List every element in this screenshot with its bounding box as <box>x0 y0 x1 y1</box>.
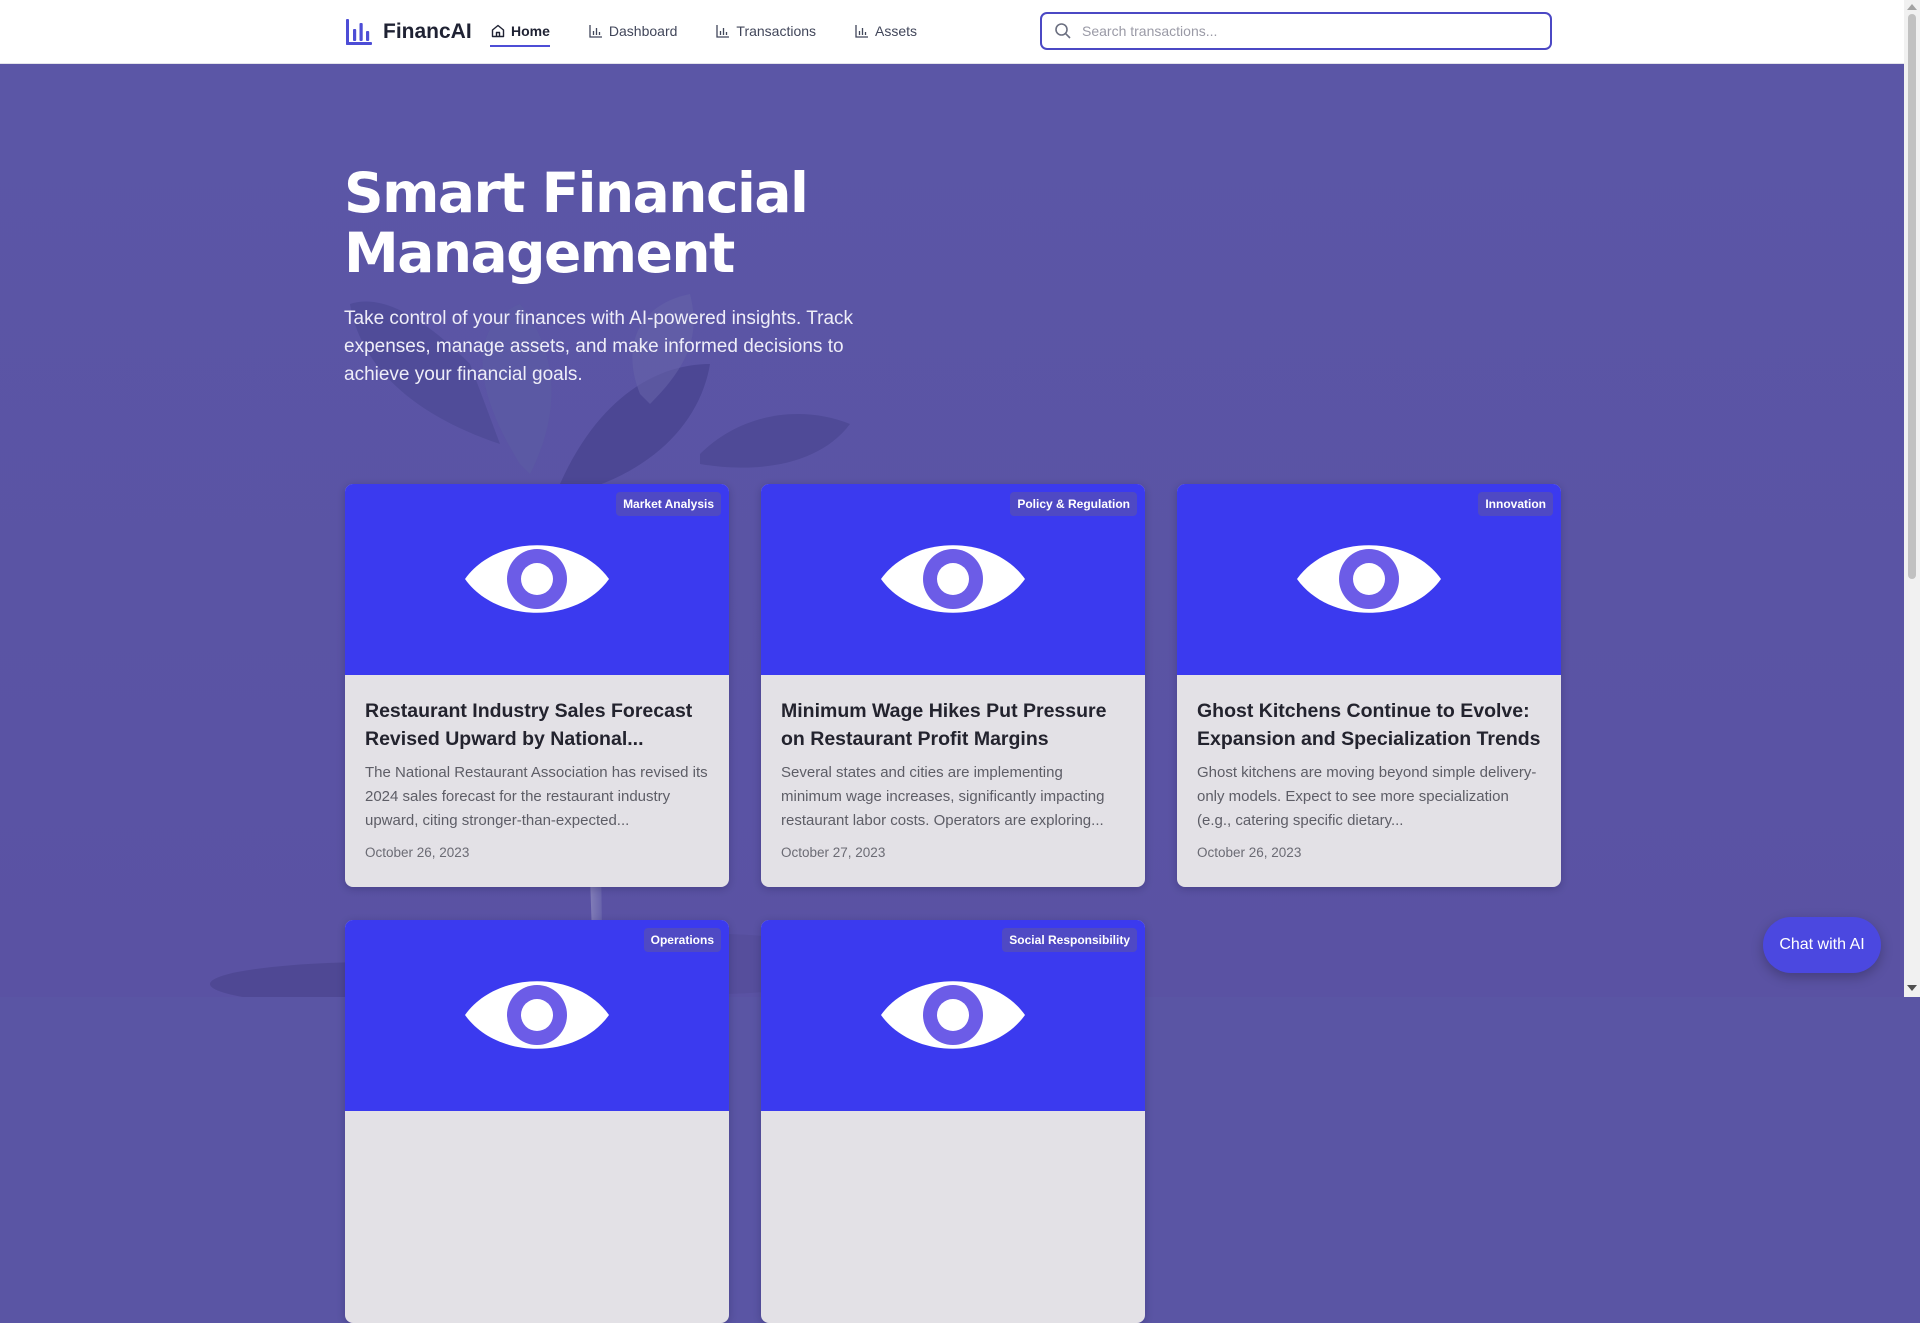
nav-item-label: Dashboard <box>608 23 678 39</box>
news-card[interactable]: Innovation Ghost Kitchens Continue to Ev… <box>1177 484 1561 887</box>
card-image: Market Analysis <box>345 484 729 675</box>
scrollbar-thumb[interactable] <box>1908 14 1916 579</box>
card-title: Minimum Wage Hikes Put Pressure on Resta… <box>781 700 1107 750</box>
top-navbar: FinancAI Home Dashboard Transactions Ass… <box>0 0 1904 64</box>
hero-title-line-2: Management <box>344 221 735 285</box>
scroll-up-arrow-icon[interactable] <box>1907 4 1917 10</box>
chat-with-ai-button[interactable]: Chat with AI <box>1763 917 1881 973</box>
brand-name: FinancAI <box>383 20 472 43</box>
nav-item-label: Assets <box>875 23 918 39</box>
brand-logo[interactable]: FinancAI <box>344 16 472 48</box>
category-tag: Operations <box>643 928 721 952</box>
hero-subtitle: Take control of your finances with AI-po… <box>344 308 854 385</box>
home-icon <box>491 24 505 38</box>
bar-chart-icon <box>855 25 869 38</box>
card-description: Several states and cities are implementi… <box>781 764 1105 829</box>
search-box <box>1040 12 1552 50</box>
card-image: Innovation <box>1177 484 1561 675</box>
hero-title-line-1: Smart Financial <box>344 161 809 225</box>
nav-item-dashboard[interactable]: Dashboard <box>588 16 678 46</box>
news-card[interactable]: Policy & Regulation Minimum Wage Hikes P… <box>761 484 1145 887</box>
card-image: Operations <box>345 920 729 1111</box>
bar-chart-icon <box>716 25 730 38</box>
bar-chart-icon <box>589 25 602 38</box>
main-nav: Home Dashboard Transactions Assets <box>490 16 955 47</box>
eye-icon <box>465 981 609 1049</box>
card-title: Ghost Kitchens Continue to Evolve: Expan… <box>1197 700 1541 750</box>
nav-item-label: Transactions <box>736 23 817 39</box>
card-description: The National Restaurant Association has … <box>365 764 708 829</box>
category-tag: Innovation <box>1478 492 1553 516</box>
card-date: October 26, 2023 <box>1197 845 1302 860</box>
bar-chart-icon <box>346 19 372 45</box>
news-card[interactable]: Market Analysis Restaurant Industry Sale… <box>345 484 729 887</box>
category-tag: Social Responsibility <box>1002 928 1137 952</box>
eye-icon <box>881 545 1025 613</box>
news-card[interactable]: Social Responsibility <box>761 920 1145 1323</box>
card-date: October 27, 2023 <box>781 845 886 860</box>
category-tag: Policy & Regulation <box>1010 492 1137 516</box>
card-image: Policy & Regulation <box>761 484 1145 675</box>
news-card[interactable]: Operations <box>345 920 729 1323</box>
category-tag: Market Analysis <box>616 492 721 516</box>
eye-icon <box>1297 545 1441 613</box>
card-title: Restaurant Industry Sales Forecast Revis… <box>365 700 693 750</box>
eye-icon <box>465 545 609 613</box>
card-description: Ghost kitchens are moving beyond simple … <box>1197 764 1537 829</box>
search-icon <box>1055 23 1071 39</box>
nav-item-transactions[interactable]: Transactions <box>715 16 816 46</box>
eye-icon <box>881 981 1025 1049</box>
card-image: Social Responsibility <box>761 920 1145 1111</box>
card-date: October 26, 2023 <box>365 845 470 860</box>
scroll-down-arrow-icon[interactable] <box>1907 985 1917 991</box>
nav-item-label: Home <box>511 23 550 39</box>
search-input[interactable] <box>1080 22 1524 40</box>
nav-item-home[interactable]: Home <box>490 16 550 47</box>
hero-title: Smart Financial Management <box>344 161 809 285</box>
page-scrollbar[interactable] <box>1904 0 1920 997</box>
nav-item-assets[interactable]: Assets <box>854 16 917 46</box>
